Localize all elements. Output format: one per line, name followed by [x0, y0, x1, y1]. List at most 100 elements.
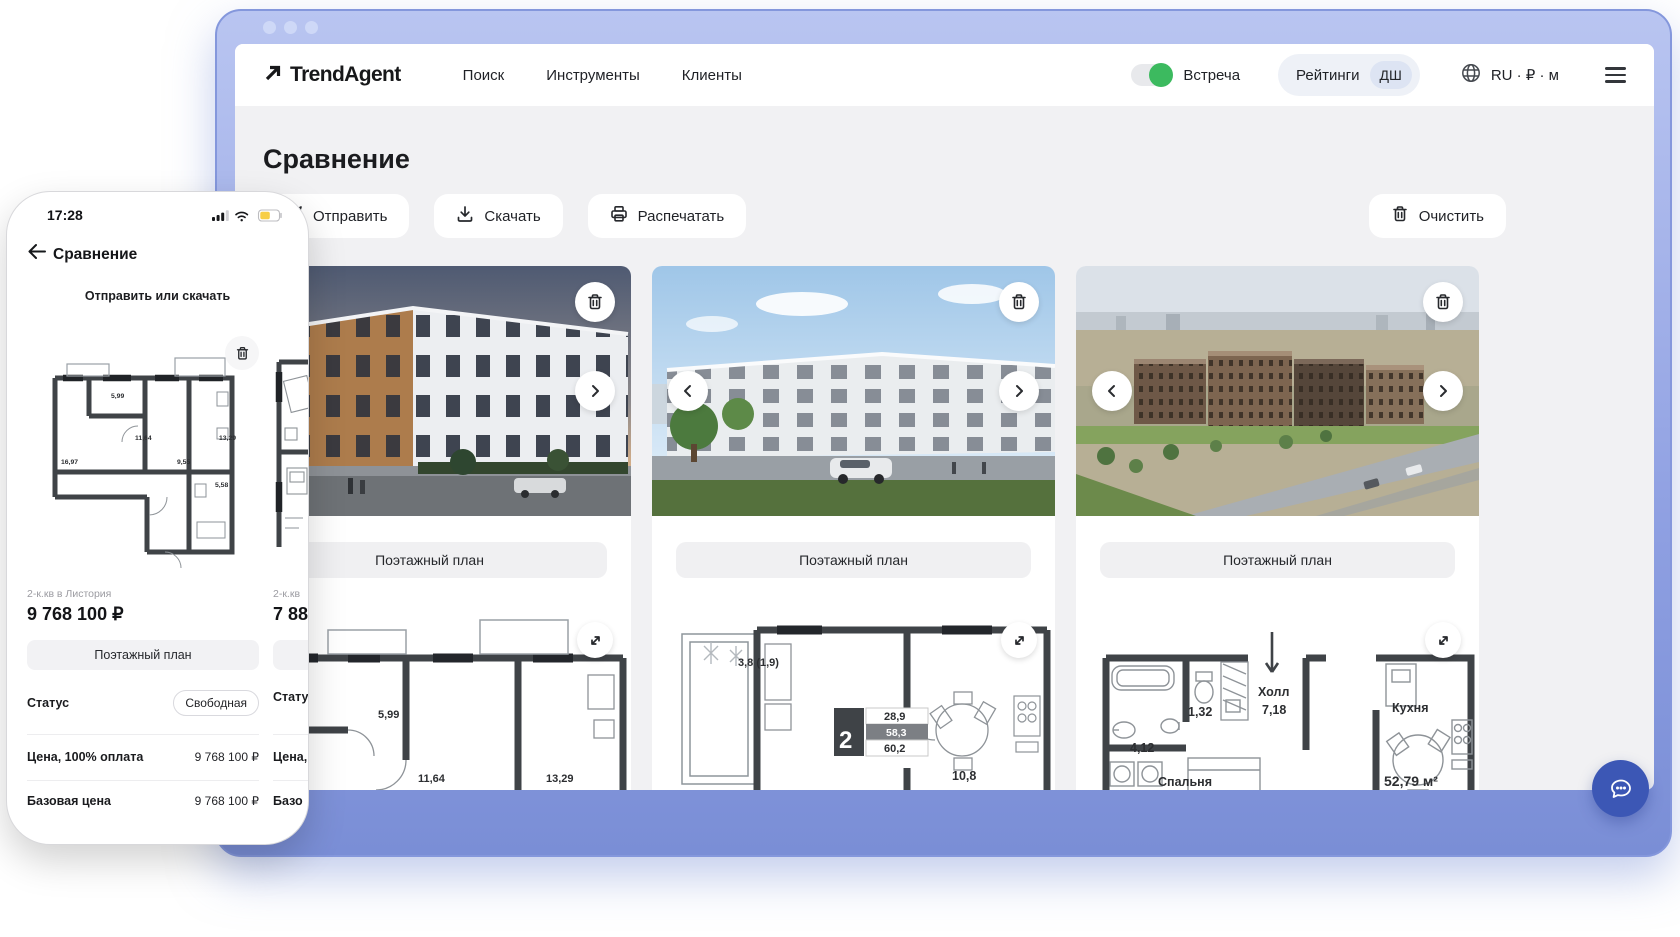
next-photo-button[interactable] — [1423, 371, 1463, 411]
ratings-button[interactable]: Рейтинги ДШ — [1278, 54, 1420, 96]
print-button-label: Распечатать — [637, 207, 725, 225]
nav-link-clients[interactable]: Клиенты — [682, 67, 742, 84]
building-photo-2 — [652, 266, 1055, 516]
prev-photo-button[interactable] — [1092, 371, 1132, 411]
back-arrow-icon[interactable] — [27, 243, 46, 265]
plan-dim: 5,58 — [215, 482, 228, 489]
expand-plan-button[interactable] — [577, 622, 613, 658]
plan-dim: 5,99 — [378, 709, 399, 721]
base-price-label: Базо — [273, 794, 303, 808]
menu-burger-icon[interactable] — [1605, 67, 1626, 83]
plan-kitchen-label: Кухня — [1392, 701, 1429, 715]
phone-page-title: Сравнение — [53, 246, 138, 263]
remove-card-button[interactable] — [1423, 282, 1463, 322]
trash-icon — [1391, 205, 1409, 227]
battery-icon — [257, 209, 282, 222]
status-row: Стату — [273, 690, 308, 704]
status-row: Статус Свободная — [27, 690, 259, 716]
plan-total-area: 52,79 м² — [1384, 773, 1438, 789]
plan-hall-area: 7,18 — [1262, 703, 1286, 717]
toggle-knob — [1149, 63, 1174, 87]
plan-hall-label: Холл — [1258, 685, 1289, 699]
phone-status-icons — [212, 209, 284, 228]
plan-bath-area: 4,12 — [1130, 741, 1154, 755]
plan-dim: 11,64 — [135, 435, 152, 442]
plan-dim: 9,55 — [177, 459, 190, 466]
price-row: Цена, — [273, 750, 308, 764]
floor-plan-button[interactable]: Поэтажный план — [1100, 542, 1455, 578]
meeting-toggle-label: Встреча — [1183, 66, 1241, 84]
plan-balcony-area: 3,8 (1,9) — [738, 657, 779, 669]
plan-area-mid: 58,3 — [886, 727, 907, 739]
plan-dim: 11,64 — [418, 773, 446, 785]
download-button[interactable]: Скачать — [434, 194, 563, 238]
phone-remove-button[interactable] — [225, 336, 259, 370]
plan-area-top: 28,9 — [884, 711, 905, 723]
listing-price: 7 88 — [273, 604, 309, 624]
status-label: Статус — [27, 696, 70, 710]
page-title: Сравнение — [263, 144, 410, 174]
trend-arrow-icon — [263, 63, 283, 88]
traffic-dot[interactable] — [305, 21, 318, 34]
window-traffic-lights[interactable] — [263, 21, 318, 34]
top-navbar: TrendAgent Поиск Инструменты Клиенты Вст… — [235, 44, 1654, 106]
price-value: 9 768 100 ₽ — [194, 750, 259, 764]
apartment-plan-2: 2 28,9 58,3 60,2 3,8 (1,9) 10,8 — [652, 600, 1055, 790]
brand-name: TrendAgent — [290, 63, 401, 86]
meeting-toggle[interactable] — [1131, 63, 1174, 87]
nav-link-tools[interactable]: Инструменты — [546, 67, 640, 84]
expand-plan-button[interactable] — [1425, 622, 1461, 658]
listing-type: 2-к.кв в Листория — [27, 588, 112, 600]
listing-price: 9 768 100 ₽ — [27, 604, 124, 624]
phone-clock: 17:28 — [47, 207, 83, 223]
price-label: Цена, 100% оплата — [27, 750, 144, 764]
listing-card-3: Поэтажный план 4,12 1,32 Холл 7,18 Спаль… — [1076, 266, 1479, 790]
plan-kitchen-area: 10,8 — [952, 769, 976, 783]
base-price-row: Базовая цена 9 768 100 ₽ — [27, 794, 259, 808]
phone-floor-plan-button[interactable]: Поэтажный план — [27, 640, 259, 670]
prev-photo-button[interactable] — [668, 371, 708, 411]
locale-label: RU · ₽ · м — [1490, 67, 1559, 84]
ratings-label: Рейтинги — [1296, 66, 1360, 84]
signal-icon — [212, 210, 229, 221]
next-photo-button[interactable] — [999, 371, 1039, 411]
plan-bedroom-label: Спальня — [1158, 775, 1212, 789]
phone-mockup: 17:28 Сравнение Отправить или скачать 5,… — [6, 191, 309, 845]
status-badge: Свободная — [173, 690, 259, 716]
app-content: TrendAgent Поиск Инструменты Клиенты Вст… — [235, 44, 1654, 790]
locale-switcher[interactable]: RU · ₽ · м — [1460, 62, 1559, 88]
traffic-dot[interactable] — [284, 21, 297, 34]
printer-icon — [610, 205, 628, 227]
base-price-label: Базовая цена — [27, 794, 112, 808]
price-row: Цена, 100% оплата 9 768 100 ₽ — [27, 750, 259, 764]
nav-link-search[interactable]: Поиск — [463, 67, 505, 84]
plan-area-bottom: 60,2 — [884, 743, 905, 755]
clear-button[interactable]: Очистить — [1368, 194, 1506, 238]
remove-card-button[interactable] — [575, 282, 615, 322]
listing-type: 2-к.кв — [273, 588, 301, 600]
phone-floor-plan-button[interactable] — [273, 640, 308, 670]
plan-dim: 13,29 — [546, 773, 574, 785]
expand-plan-button[interactable] — [1001, 622, 1037, 658]
traffic-dot[interactable] — [263, 21, 276, 34]
price-label: Цена, — [273, 750, 308, 764]
comparison-cards: Поэтажный план 5,99 11,64 13,29 Поэтажны… — [235, 266, 1654, 790]
plan-dim: 16,97 — [61, 459, 78, 466]
chat-support-button[interactable] — [1592, 760, 1649, 817]
download-icon — [456, 205, 474, 227]
next-photo-button[interactable] — [575, 371, 615, 411]
building-photo-3 — [1076, 266, 1479, 516]
print-button[interactable]: Распечатать — [587, 194, 747, 238]
remove-card-button[interactable] — [999, 282, 1039, 322]
send-button-label: Отправить — [313, 207, 388, 225]
nav-right: Встреча Рейтинги ДШ RU · ₽ · м — [1131, 54, 1626, 96]
plan-dim: 5,99 — [111, 393, 124, 400]
globe-icon — [1460, 62, 1482, 88]
wifi-icon — [235, 211, 249, 222]
phone-plan-next-svg — [275, 359, 308, 547]
brand-logo[interactable]: TrendAgent — [263, 63, 401, 88]
apartment-plan-3: 4,12 1,32 Холл 7,18 Спальня Кухня 52,79 … — [1076, 600, 1479, 790]
floor-plan-button[interactable]: Поэтажный план — [676, 542, 1031, 578]
phone-share-action[interactable]: Отправить или скачать — [7, 289, 308, 303]
base-price-row: Базо — [273, 794, 308, 808]
